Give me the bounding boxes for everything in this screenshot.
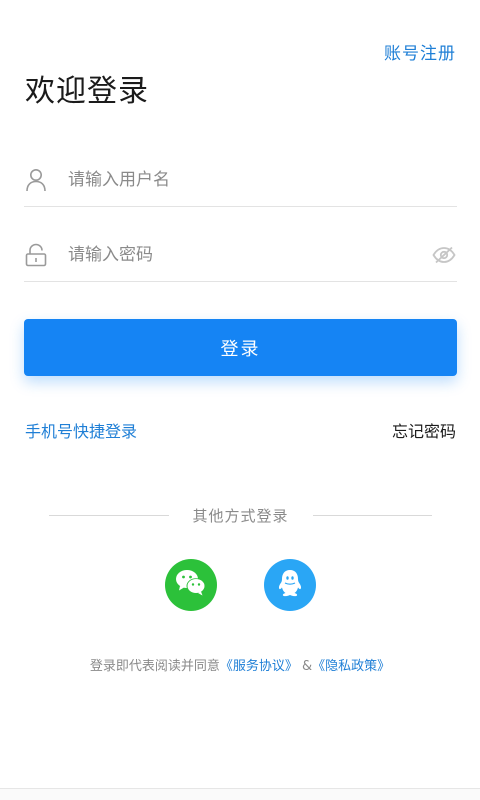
- password-input[interactable]: [68, 234, 431, 275]
- divider-line-left: [49, 514, 169, 516]
- divider-label: 其他方式登录: [192, 506, 289, 525]
- page-title: 欢迎登录: [25, 74, 149, 109]
- qq-login-button[interactable]: [264, 559, 316, 611]
- lock-icon: [24, 243, 48, 267]
- eye-off-icon[interactable]: [431, 242, 457, 268]
- agreement-text: 登录即代表阅读并同意《服务协议》 &《隐私政策》: [0, 655, 480, 674]
- username-input[interactable]: [68, 159, 457, 200]
- agreement-prefix: 登录即代表阅读并同意: [89, 659, 220, 674]
- forgot-password-link[interactable]: 忘记密码: [392, 418, 456, 442]
- register-link[interactable]: 账号注册: [384, 39, 456, 64]
- agreement-separator: &: [302, 659, 313, 674]
- other-login-divider: 其他方式登录: [49, 505, 433, 525]
- service-agreement-link[interactable]: 《服务协议》: [220, 659, 298, 674]
- bottom-bar: [0, 788, 480, 800]
- wechat-icon: [174, 568, 208, 602]
- divider-line-right: [312, 514, 433, 516]
- privacy-policy-link[interactable]: 《隐私政策》: [312, 659, 390, 674]
- login-button[interactable]: 登录: [24, 319, 457, 376]
- qq-icon: [277, 568, 303, 602]
- username-field: [24, 153, 457, 207]
- wechat-login-button[interactable]: [165, 559, 217, 611]
- password-field: [24, 228, 457, 282]
- quick-login-link[interactable]: 手机号快捷登录: [25, 418, 137, 442]
- user-icon: [24, 168, 48, 192]
